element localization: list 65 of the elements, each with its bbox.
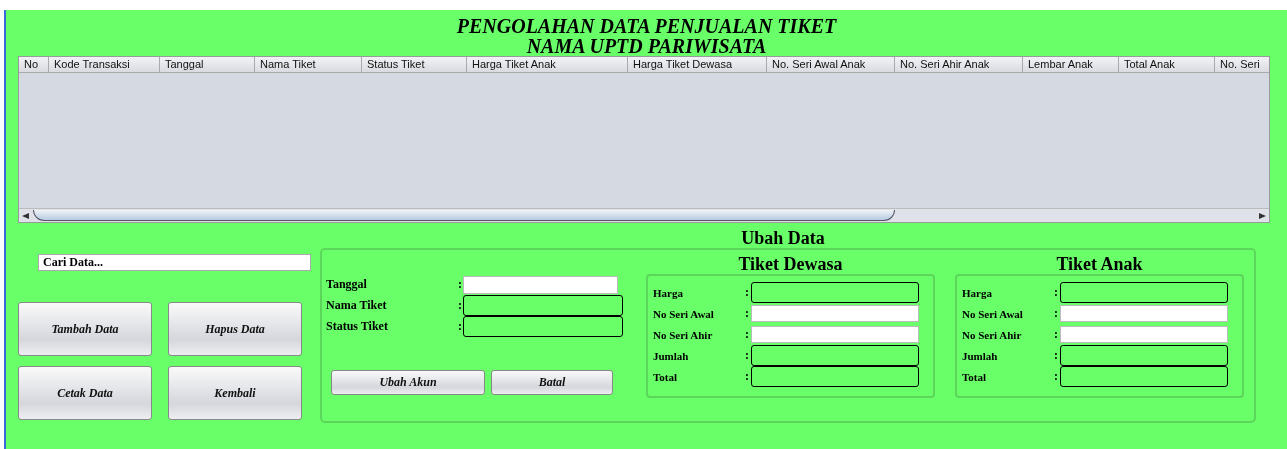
field-separator: : <box>745 306 750 321</box>
action-button[interactable]: Tambah Data <box>18 302 152 356</box>
input-field[interactable] <box>1060 366 1228 387</box>
field-label: Harga <box>962 286 993 299</box>
column-header[interactable]: Total Anak <box>1119 57 1215 72</box>
scroll-thumb[interactable] <box>33 210 895 221</box>
field-label: Status Tiket <box>326 319 389 334</box>
field-label: No Seri Ahir <box>653 328 714 341</box>
column-header[interactable]: Status Tiket <box>362 57 467 72</box>
action-button[interactable]: Hapus Data <box>168 302 302 356</box>
input-field[interactable] <box>463 275 618 294</box>
field-separator: : <box>458 298 463 313</box>
field-label: No Seri Awal <box>962 307 1024 320</box>
field-separator: : <box>1054 348 1059 363</box>
input-field[interactable] <box>751 305 919 322</box>
page-title: NAMA UPTD PARIWISATA <box>526 36 767 56</box>
column-header[interactable]: Kode Transaksi <box>49 57 160 72</box>
field-separator: : <box>745 348 750 363</box>
input-field[interactable] <box>751 366 919 387</box>
group-title: Tiket Dewasa <box>738 254 843 274</box>
column-header[interactable]: No. Seri Ahir Anak <box>895 57 1023 72</box>
action-button[interactable]: Cetak Data <box>18 366 152 420</box>
field-label: No Seri Awal <box>653 307 715 320</box>
column-header[interactable]: Harga Tiket Anak <box>467 57 628 72</box>
group-title: Tiket Anak <box>1056 254 1143 274</box>
field-separator: : <box>1054 369 1059 384</box>
column-header[interactable]: Harga Tiket Dewasa <box>628 57 767 72</box>
field-separator: : <box>458 277 463 292</box>
column-header[interactable]: No. Seri <box>1215 57 1269 72</box>
input-field[interactable] <box>1060 326 1228 343</box>
input-field[interactable] <box>463 316 623 337</box>
form-button[interactable]: Ubah Akun <box>331 370 485 395</box>
field-separator: : <box>1054 327 1059 342</box>
form-button[interactable]: Batal <box>491 370 613 395</box>
input-field[interactable] <box>751 345 919 366</box>
input-field[interactable] <box>1060 345 1228 366</box>
input-field[interactable] <box>751 282 919 303</box>
action-button[interactable]: Kembali <box>168 366 302 420</box>
field-label: Tanggal <box>326 277 368 292</box>
field-label: No Seri Ahir <box>962 328 1023 341</box>
field-label: Nama Tiket <box>326 298 388 313</box>
page-title: PENGOLAHAN DATA PENJUALAN TIKET <box>456 16 837 36</box>
field-separator: : <box>745 285 750 300</box>
field-label: Jumlah <box>653 349 690 362</box>
column-header[interactable]: Lembar Anak <box>1023 57 1119 72</box>
column-header[interactable]: No <box>19 57 49 72</box>
field-separator: : <box>458 319 463 334</box>
field-label: Total <box>962 370 988 383</box>
input-field[interactable] <box>463 295 623 316</box>
horizontal-scrollbar[interactable] <box>19 208 1269 222</box>
input-field[interactable] <box>1060 282 1228 303</box>
column-header[interactable]: Nama Tiket <box>255 57 362 72</box>
field-separator: : <box>745 327 750 342</box>
field-separator: : <box>1054 285 1059 300</box>
input-field[interactable] <box>1060 305 1228 322</box>
search-field[interactable]: Cari Data... <box>38 254 311 271</box>
section-title: Ubah Data <box>741 228 825 248</box>
field-label: Total <box>653 370 679 383</box>
field-label: Jumlah <box>962 349 999 362</box>
input-field[interactable] <box>751 326 919 343</box>
field-separator: : <box>745 369 750 384</box>
field-label: Harga <box>653 286 684 299</box>
column-header[interactable]: Tanggal <box>160 57 255 72</box>
column-header[interactable]: No. Seri Awal Anak <box>767 57 895 72</box>
field-separator: : <box>1054 306 1059 321</box>
